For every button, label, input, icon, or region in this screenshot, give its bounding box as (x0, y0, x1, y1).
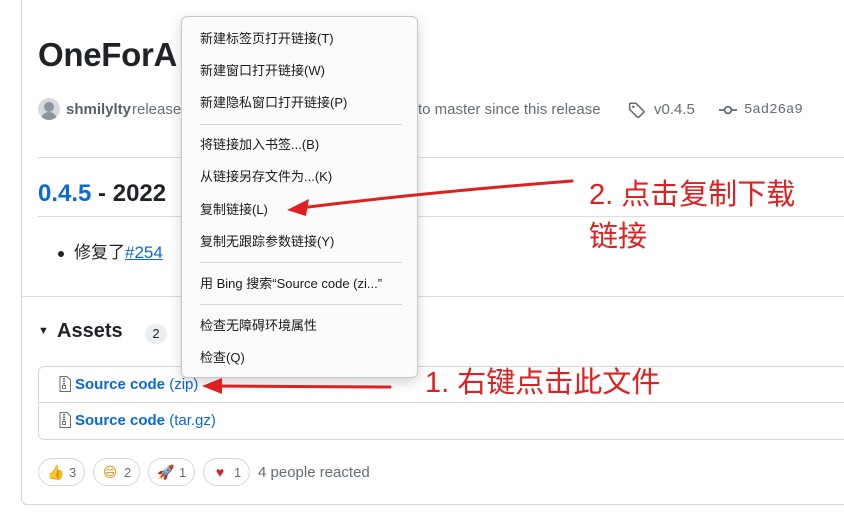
commit-link[interactable]: 5ad26a9 (744, 102, 803, 118)
version-date: - 2022 (91, 180, 167, 207)
menu-separator (200, 262, 402, 263)
smile-icon: 😄 (102, 464, 118, 480)
release-title: OneForA (38, 36, 178, 73)
menu-open-new-window[interactable]: 新建窗口打开链接(W) (182, 57, 419, 85)
version-link[interactable]: 0.4.5 (38, 180, 91, 207)
menu-separator (200, 304, 402, 305)
release-meta: shmilylty released to master since this … (38, 97, 838, 123)
menu-copy-clean-link[interactable]: 复制无跟踪参数链接(Y) (182, 228, 419, 256)
tag-link[interactable]: v0.4.5 (654, 101, 695, 118)
menu-search-bing[interactable]: 用 Bing 搜索“Source code (zi...” (182, 270, 419, 298)
reactions-bar: 👍 3 😄 2 🚀 1 ♥ 1 4 people reacted (38, 458, 638, 488)
reaction-heart[interactable]: ♥ 1 (203, 458, 250, 486)
reaction-smile[interactable]: 😄 2 (93, 458, 140, 486)
menu-inspect-accessibility[interactable]: 检查无障碍环境属性 (182, 312, 419, 340)
annotation-step2-line2: 链接 (589, 221, 648, 253)
menu-copy-link[interactable]: 复制链接(L) (182, 196, 419, 224)
file-zip-icon (59, 412, 71, 428)
menu-separator (200, 124, 402, 125)
version-heading: 0.4.5 - 2022 (38, 180, 166, 208)
author-link[interactable]: shmilylty (66, 101, 131, 118)
annotation-step1: 1. 右键点击此文件 (425, 367, 661, 399)
issue-link[interactable]: #254 (125, 243, 163, 262)
asset-row[interactable]: Source code (tar.gz) (39, 403, 844, 439)
assets-title[interactable]: Assets (57, 320, 123, 343)
menu-bookmark-link[interactable]: 将链接加入书签...(B) (182, 131, 419, 159)
asset-link-targz[interactable]: Source code (tar.gz) (75, 412, 216, 429)
context-menu: 新建标签页打开链接(T) 新建窗口打开链接(W) 新建隐私窗口打开链接(P) 将… (181, 16, 418, 378)
reaction-rocket[interactable]: 🚀 1 (148, 458, 195, 486)
annotation-step2-line1: 2. 点击复制下载 (589, 179, 796, 211)
tag-icon (628, 102, 645, 119)
file-zip-icon (59, 376, 71, 392)
menu-save-link-as[interactable]: 从链接另存文件为...(K) (182, 163, 419, 191)
divider (38, 216, 844, 217)
divider (38, 157, 844, 158)
release-note-item: 修复了#254 (58, 238, 163, 263)
heart-icon: ♥ (215, 464, 225, 480)
assets-count-badge: 2 (145, 324, 167, 344)
note-text: 修复了 (74, 243, 125, 262)
menu-open-new-tab[interactable]: 新建标签页打开链接(T) (182, 25, 419, 53)
avatar[interactable] (38, 98, 60, 120)
asset-link-zip[interactable]: Source code (zip) (75, 376, 198, 393)
menu-open-private-window[interactable]: 新建隐私窗口打开链接(P) (182, 89, 419, 117)
reaction-thumbs-up[interactable]: 👍 3 (38, 458, 85, 486)
divider (21, 296, 844, 297)
thumbs-up-icon: 👍 (47, 464, 65, 480)
rocket-icon: 🚀 (157, 464, 175, 480)
reaction-summary[interactable]: 4 people reacted (258, 464, 370, 481)
menu-inspect[interactable]: 检查(Q) (182, 344, 419, 372)
collapse-triangle-icon[interactable]: ▼ (38, 325, 49, 337)
commits-text[interactable]: to master since this release (418, 101, 601, 118)
commit-icon (719, 105, 737, 115)
